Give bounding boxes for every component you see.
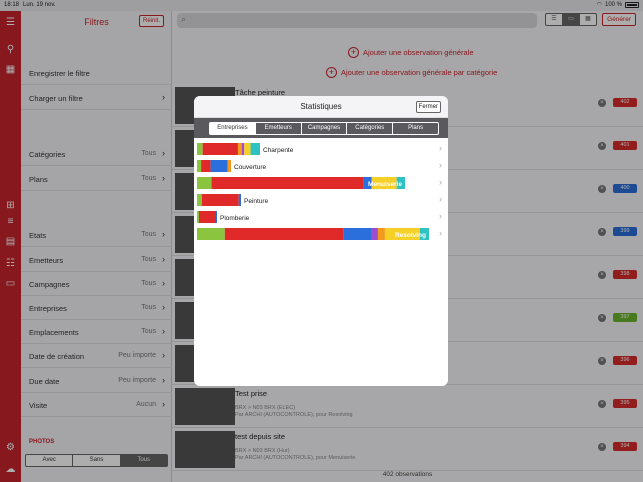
bar-segment — [197, 160, 202, 172]
bar-segment — [197, 211, 199, 223]
stat-row-label: Charpente — [263, 147, 294, 154]
stat-row-label: Couverture — [234, 164, 267, 171]
stat-row-label: Resolving — [395, 232, 426, 239]
stacked-bar: Resolving — [197, 228, 429, 240]
bar-segment — [197, 228, 225, 240]
modal-header: Statistiques Fermer — [194, 96, 448, 118]
bar-segment — [238, 194, 241, 206]
chevron-right-icon: › — [439, 160, 442, 170]
tab-plans[interactable]: Plans — [393, 123, 438, 134]
stacked-bar: Plomberie — [197, 211, 250, 223]
stat-row[interactable]: Charpente › — [194, 141, 448, 157]
bar-segment — [201, 160, 211, 172]
stacked-bar: Peinture — [197, 194, 269, 206]
bar-segment — [211, 177, 364, 189]
tab-campagnes[interactable]: Campagnes — [302, 123, 348, 134]
bar-segment — [216, 211, 217, 223]
chevron-right-icon: › — [439, 194, 442, 204]
bar-segment — [371, 228, 378, 240]
bar-segment — [197, 194, 202, 206]
bar-segment — [237, 143, 242, 155]
tab-emetteurs[interactable]: Emetteurs — [256, 123, 302, 134]
bar-segment — [244, 143, 251, 155]
bar-segment — [377, 228, 385, 240]
chevron-right-icon: › — [439, 228, 442, 238]
chevron-right-icon: › — [439, 211, 442, 221]
bar-segment — [224, 228, 344, 240]
stat-row-label: Plomberie — [220, 215, 250, 222]
stat-row-label: Menuiserie — [368, 181, 402, 188]
bar-segment — [197, 177, 212, 189]
bar-segment — [241, 143, 245, 155]
statistics-modal: Statistiques Fermer Entreprises Emetteur… — [194, 96, 448, 386]
tab-categories[interactable]: Catégories — [347, 123, 394, 134]
tab-entreprises[interactable]: Entreprises — [210, 123, 256, 134]
modal-tabbar: Entreprises Emetteurs Campagnes Catégori… — [194, 118, 448, 138]
bar-segment — [199, 211, 216, 223]
chevron-right-icon: › — [439, 177, 442, 187]
chevron-right-icon: › — [439, 143, 442, 153]
bar-segment — [250, 143, 260, 155]
stacked-bar: Couverture — [197, 160, 267, 172]
bar-segment — [202, 143, 238, 155]
stat-row[interactable]: Menuiserie › — [194, 175, 448, 191]
stat-row[interactable]: Plomberie › — [194, 209, 448, 225]
close-button[interactable]: Fermer — [415, 101, 441, 113]
bar-segment — [201, 194, 239, 206]
stat-row[interactable]: Peinture › — [194, 192, 448, 208]
stacked-bar: Charpente — [197, 143, 294, 155]
bar-segment — [343, 228, 371, 240]
bar-segment — [197, 143, 203, 155]
stats-tabs: Entreprises Emetteurs Campagnes Catégori… — [209, 122, 439, 135]
stat-row[interactable]: Couverture › — [194, 158, 448, 174]
stat-row[interactable]: Resolving › — [194, 226, 448, 242]
stat-row-label: Peinture — [244, 198, 269, 205]
bar-segment — [227, 160, 231, 172]
modal-title: Statistiques — [300, 102, 342, 111]
bar-segment — [210, 160, 228, 172]
stacked-bar: Menuiserie — [197, 177, 405, 189]
